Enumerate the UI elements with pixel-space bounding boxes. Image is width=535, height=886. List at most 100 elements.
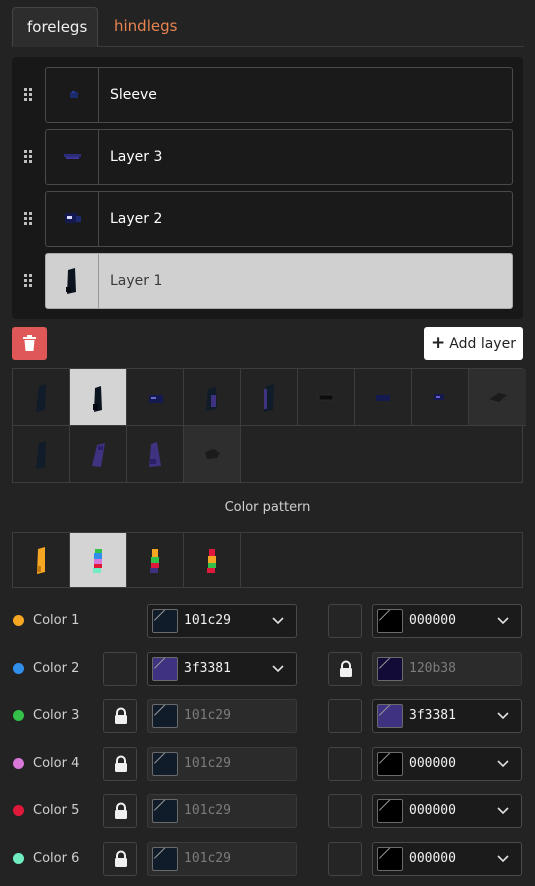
shape-option[interactable] [412,369,469,426]
shape-option[interactable] [355,369,412,426]
lock-icon [340,660,352,677]
color-row: Color 1 101c29 000000 [0,604,535,638]
color-swatch [377,609,403,633]
lock-toggle-locked[interactable] [103,699,137,733]
trash-icon [23,335,36,351]
lock-toggle[interactable] [328,699,362,733]
shape-option[interactable] [13,426,70,483]
shape-option[interactable] [241,369,298,426]
color-swatch [152,799,178,823]
color-select: 101c29 [147,794,297,828]
color-label: Color 4 [33,755,80,771]
lock-toggle-locked[interactable] [103,841,137,876]
color-hex-value: 000000 [409,850,456,866]
color-hex-value: 3f3381 [184,660,231,676]
shape-option[interactable] [184,426,241,483]
lock-icon [115,755,127,772]
lock-toggle[interactable] [328,604,362,638]
tab-bar: forelegs hindlegs [12,7,524,47]
color-row: Color 6 101c29 000000 [0,841,535,876]
layer-card-layer-1[interactable]: Layer 1 [45,253,513,309]
pattern-option[interactable] [127,533,184,587]
lock-toggle[interactable] [328,841,362,876]
tab-hindlegs[interactable]: hindlegs [100,7,191,47]
color-row: Color 5 101c29 000000 [0,794,535,828]
color-select: 101c29 [147,841,297,876]
color-swatch [377,799,403,823]
drag-handle-icon[interactable] [24,274,34,288]
pattern-option[interactable] [70,533,127,587]
layer-card-layer-2[interactable]: Layer 2 [45,191,513,247]
layer-row-layer-3: Layer 3 [12,129,523,185]
drag-handle-icon[interactable] [24,212,34,226]
shape-option[interactable] [127,369,184,426]
chevron-down-icon [497,759,509,767]
layer-list: Sleeve Layer 3 Layer 2 Layer 1 [12,57,523,319]
chevron-down-icon [272,617,284,625]
color-select[interactable]: 101c29 [147,604,297,638]
color-label: Color 3 [33,708,80,723]
lock-toggle[interactable] [103,651,137,686]
layer1-thumb [46,254,99,308]
delete-layer-button[interactable] [12,327,47,360]
color-hex-value: 101c29 [184,755,231,771]
color-swatch [377,846,403,871]
color-select[interactable]: 000000 [372,746,522,781]
lock-toggle[interactable] [328,746,362,781]
add-layer-button[interactable]: + Add layer [424,327,523,360]
shape-option[interactable] [469,369,526,426]
color-swatch [152,751,178,776]
layer3-thumb [46,130,99,184]
lock-toggle-locked[interactable] [103,794,137,828]
color-swatch [377,704,403,728]
color-pattern-grid [12,532,523,588]
chevron-down-icon [497,712,509,720]
color-select[interactable]: 000000 [372,841,522,876]
color-select: 101c29 [147,699,297,733]
drag-handle-icon[interactable] [24,150,34,164]
color-select[interactable]: 3f3381 [147,651,297,686]
lock-icon [115,707,127,724]
color-row: Color 3 101c29 3f3381 [0,699,535,733]
lock-toggle-locked[interactable] [328,651,362,686]
layer-row-layer-1: Layer 1 [12,253,523,309]
sleeve-thumb [46,68,99,122]
color-label: Color 6 [33,850,80,866]
layer-row-layer-2: Layer 2 [12,191,523,247]
color-dot [13,662,24,674]
lock-toggle[interactable] [328,794,362,828]
color-hex-value: 101c29 [184,613,231,628]
layer-card-sleeve[interactable]: Sleeve [45,67,513,123]
pattern-option[interactable] [13,533,70,587]
shape-option[interactable] [13,369,70,426]
color-select: 120b38 [372,651,522,686]
color-swatch [377,656,403,681]
color-swatch [152,846,178,871]
shape-option[interactable] [70,369,127,426]
color-dot [13,710,24,721]
color-swatch [152,656,178,681]
color-row: Color 4 101c29 000000 [0,746,535,781]
tab-forelegs[interactable]: forelegs [12,7,98,47]
color-select[interactable]: 000000 [372,604,522,638]
color-label: Color 5 [33,803,80,818]
color-select[interactable]: 000000 [372,794,522,828]
color-select[interactable]: 3f3381 [372,699,522,733]
shape-option[interactable] [184,369,241,426]
color-dot [13,852,24,864]
pattern-option[interactable] [184,533,241,587]
layer-name: Layer 1 [110,273,163,289]
color-pattern-title: Color pattern [224,500,311,515]
drag-handle-icon[interactable] [24,88,34,102]
color-hex-value: 000000 [409,803,456,818]
color-hex-value: 120b38 [409,660,456,676]
shape-option[interactable] [298,369,355,426]
layer-card-layer-3[interactable]: Layer 3 [45,129,513,185]
color-hex-value: 3f3381 [409,708,456,723]
lock-icon [115,802,127,819]
shape-option[interactable] [70,426,127,483]
lock-toggle-locked[interactable] [103,746,137,781]
shape-option[interactable] [127,426,184,483]
chevron-down-icon [497,807,509,815]
layer-name: Sleeve [110,87,157,103]
